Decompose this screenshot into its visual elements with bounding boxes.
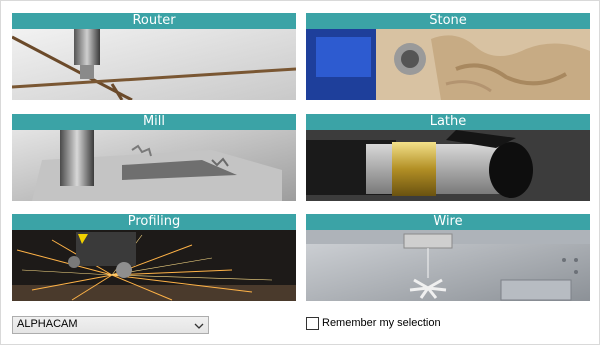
tile-label: Wire xyxy=(433,214,463,229)
product-select-value: ALPHACAM xyxy=(17,318,78,330)
chevron-down-icon xyxy=(194,319,204,337)
tile-wire[interactable]: Wire xyxy=(306,214,590,301)
tile-mill[interactable]: Mill xyxy=(12,114,296,201)
tile-lathe[interactable]: Lathe xyxy=(306,114,590,201)
tile-title-bar: Router xyxy=(12,13,296,29)
router-image xyxy=(12,29,296,100)
tile-title-bar: Stone xyxy=(306,13,590,29)
tile-title-bar: Mill xyxy=(12,114,296,130)
tile-title-bar: Profiling xyxy=(12,214,296,230)
tile-title-bar: Wire xyxy=(306,214,590,230)
wire-image xyxy=(306,230,590,301)
profiling-image xyxy=(12,230,296,301)
product-select[interactable]: ALPHACAM xyxy=(12,316,209,334)
tile-router[interactable]: Router xyxy=(12,13,296,100)
stone-image xyxy=(306,29,590,100)
remember-selection-checkbox[interactable] xyxy=(306,317,319,330)
tile-title-bar: Lathe xyxy=(306,114,590,130)
tile-label: Router xyxy=(132,13,176,28)
tile-profiling[interactable]: Profiling xyxy=(12,214,296,301)
mill-image xyxy=(12,130,296,201)
tile-stone[interactable]: Stone xyxy=(306,13,590,100)
lathe-image xyxy=(306,130,590,201)
tile-label: Stone xyxy=(429,13,467,28)
tile-label: Mill xyxy=(142,114,166,129)
tile-label: Profiling xyxy=(127,214,181,229)
remember-selection-label: Remember my selection xyxy=(322,317,441,329)
tile-label: Lathe xyxy=(429,114,467,129)
